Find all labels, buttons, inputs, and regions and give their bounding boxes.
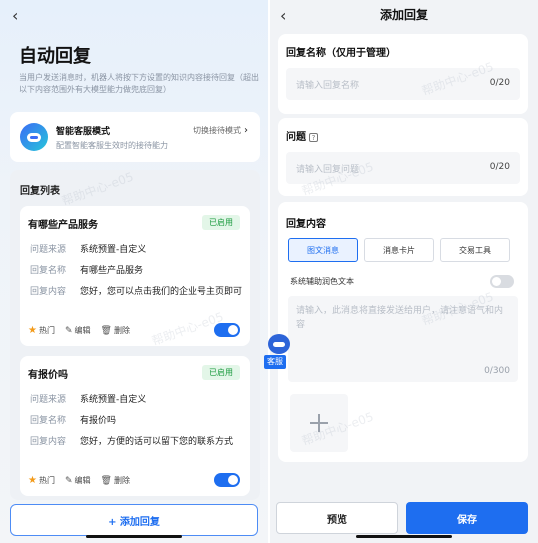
reply-list-panel: 回复列表 有哪些产品服务 已启用 问题来源 系统预置-自定义 回复名称 有哪些产品服… <box>10 170 260 500</box>
question-card: 问题? 请输入回复问题 0/20 <box>278 118 528 196</box>
add-image-button[interactable] <box>290 394 348 452</box>
mode-title: 智能客服模式 <box>56 127 111 137</box>
row-value: 有哪些产品服务 <box>80 266 144 276</box>
placeholder: 请输入，此消息将直接发送给用户，请注意语气和内容 <box>296 306 504 330</box>
service-mode-card[interactable]: 智能客服模式 配置智能客服生效时的接待能力 切换接待模式 › <box>10 112 260 162</box>
row-value: 系统预置-自定义 <box>80 245 147 255</box>
row-value: 系统预置-自定义 <box>80 395 147 405</box>
placeholder: 请输入回复问题 <box>296 165 360 175</box>
question-label: 问题? <box>286 128 318 143</box>
back-icon[interactable]: ‹ <box>12 6 18 25</box>
home-indicator <box>86 535 182 538</box>
question-input[interactable]: 请输入回复问题 0/20 <box>286 152 520 184</box>
help-icon[interactable]: ? <box>309 132 318 142</box>
content-label: 回复内容 <box>286 219 326 230</box>
char-count: 0/300 <box>484 366 510 376</box>
star-icon: ★ <box>28 325 37 336</box>
chevron-right-icon: › <box>244 125 248 136</box>
ai-polish-toggle[interactable] <box>490 275 514 288</box>
star-icon: ★ <box>28 475 37 486</box>
hot-label: 热门 <box>38 476 55 485</box>
trash-icon: 🗑 <box>100 475 112 486</box>
pencil-icon: ✎ <box>64 325 73 336</box>
status-badge: 已启用 <box>202 365 240 380</box>
page-subtitle: 当用户发送消息时，机器人将按下方设置的知识内容接待回复（超出以下内容范围外有大模… <box>19 73 259 94</box>
edit-label: 编辑 <box>74 476 91 485</box>
row-key: 回复内容 <box>30 287 67 297</box>
edit-label: 编辑 <box>74 326 91 335</box>
placeholder: 请输入回复名称 <box>296 81 360 91</box>
page-title: 自动回复 <box>19 46 91 67</box>
tab-message-card[interactable]: 消息卡片 <box>364 238 434 262</box>
enable-toggle[interactable] <box>214 323 240 337</box>
switch-mode-link[interactable]: 切换接待模式 › <box>193 125 248 136</box>
name-label: 回复名称（仅用于管理） <box>286 48 396 59</box>
float-label: 客服 <box>264 355 286 369</box>
detail-row: 回复内容 您好，方便的话可以留下您的联系方式 <box>30 434 242 447</box>
add-reply-screen: ‹ 添加回复 回复名称（仅用于管理） 请输入回复名称 0/20 问题? 请输入回… <box>270 0 538 543</box>
enable-toggle[interactable] <box>214 473 240 487</box>
preview-button[interactable]: 预览 <box>276 502 398 534</box>
content-textarea[interactable]: 请输入，此消息将直接发送给用户，请注意语气和内容 0/300 <box>288 296 518 382</box>
robot-avatar-icon <box>268 334 290 354</box>
hot-tag[interactable]: ★ 热门 <box>28 475 55 486</box>
customer-service-float[interactable]: 客服 <box>264 334 294 372</box>
save-button[interactable]: 保存 <box>406 502 528 534</box>
pencil-icon: ✎ <box>64 475 73 486</box>
robot-icon <box>20 123 48 151</box>
home-indicator <box>356 535 452 538</box>
name-card: 回复名称（仅用于管理） 请输入回复名称 0/20 <box>278 34 528 114</box>
delete-label: 删除 <box>113 476 130 485</box>
reply-name-input[interactable]: 请输入回复名称 0/20 <box>286 68 520 100</box>
detail-row: 回复内容 您好，您可以点击我们的企业号主页即可 <box>30 284 242 297</box>
switch-mode-label: 切换接待模式 <box>193 126 241 135</box>
reply-name: 有哪些产品服务 <box>28 220 98 231</box>
row-value: 您好，方便的话可以留下您的联系方式 <box>80 437 234 447</box>
status-badge: 已启用 <box>202 215 240 230</box>
detail-row: 回复名称 有哪些产品服务 <box>30 263 242 276</box>
content-type-tabs: 图文消息 消息卡片 交易工具 <box>288 238 510 262</box>
question-label-text: 问题 <box>286 132 306 143</box>
content-card: 回复内容 图文消息 消息卡片 交易工具 系统辅助润色文本 请输入，此消息将直接发… <box>278 202 528 462</box>
row-key: 问题来源 <box>30 395 67 405</box>
delete-button[interactable]: 🗑 删除 <box>101 325 130 336</box>
edit-button[interactable]: ✎ 编辑 <box>65 475 91 486</box>
detail-row: 问题来源 系统预置-自定义 <box>30 242 242 255</box>
row-value: 有报价吗 <box>80 416 117 426</box>
detail-row: 回复名称 有报价吗 <box>30 413 242 426</box>
row-key: 回复名称 <box>30 416 67 426</box>
add-reply-button[interactable]: + 添加回复 <box>10 504 258 536</box>
card-actions: ★ 热门 ✎ 编辑 🗑 删除 <box>28 325 130 336</box>
hot-label: 热门 <box>38 326 55 335</box>
reply-card[interactable]: 有报价吗 已启用 问题来源 系统预置-自定义 回复名称 有报价吗 回复内容 您好，方便… <box>20 356 250 496</box>
char-count: 0/20 <box>489 162 510 172</box>
row-key: 回复名称 <box>30 266 67 276</box>
delete-label: 删除 <box>113 326 130 335</box>
mode-description: 配置智能客服生效时的接待能力 <box>56 141 168 150</box>
edit-button[interactable]: ✎ 编辑 <box>65 325 91 336</box>
list-title: 回复列表 <box>20 186 60 197</box>
delete-button[interactable]: 🗑 删除 <box>101 475 130 486</box>
tab-rich-message[interactable]: 图文消息 <box>288 238 358 262</box>
row-key: 回复内容 <box>30 437 67 447</box>
tab-trade-tools[interactable]: 交易工具 <box>440 238 510 262</box>
reply-card[interactable]: 有哪些产品服务 已启用 问题来源 系统预置-自定义 回复名称 有哪些产品服务 回复内… <box>20 206 250 346</box>
card-actions: ★ 热门 ✎ 编辑 🗑 删除 <box>28 475 130 486</box>
row-key: 问题来源 <box>30 245 67 255</box>
reply-list-screen: ‹ 自动回复 当用户发送消息时，机器人将按下方设置的知识内容接待回复（超出以下内… <box>0 0 268 543</box>
reply-name: 有报价吗 <box>28 370 68 381</box>
char-count: 0/20 <box>489 78 510 88</box>
hot-tag[interactable]: ★ 热门 <box>28 325 55 336</box>
detail-row: 问题来源 系统预置-自定义 <box>30 392 242 405</box>
page-title: 添加回复 <box>379 8 428 22</box>
row-value: 您好，您可以点击我们的企业号主页即可 <box>80 287 242 297</box>
ai-polish-label: 系统辅助润色文本 <box>290 277 354 286</box>
trash-icon: 🗑 <box>100 325 112 336</box>
